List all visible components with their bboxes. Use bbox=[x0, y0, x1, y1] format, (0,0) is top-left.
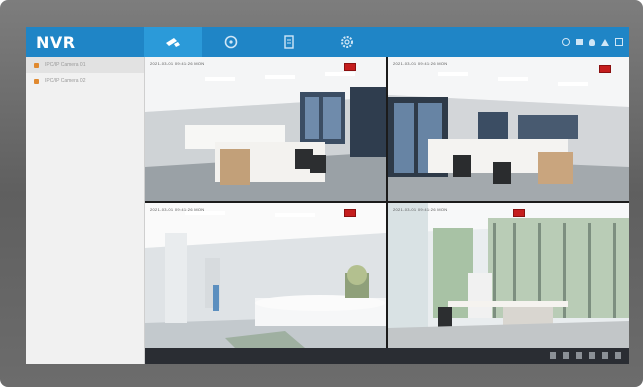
system-tray bbox=[562, 36, 623, 48]
app-logo: NVR bbox=[36, 33, 76, 52]
video-tile[interactable]: 2021-03-01 09:41:26 MON bbox=[388, 203, 629, 348]
recording-icon bbox=[513, 209, 525, 217]
tab-files[interactable] bbox=[260, 27, 318, 57]
screen-icon[interactable] bbox=[576, 39, 583, 45]
video-feed bbox=[145, 57, 386, 201]
next-page-icon[interactable] bbox=[563, 352, 569, 359]
quad-view-icon[interactable] bbox=[589, 352, 595, 359]
playback-icon bbox=[224, 35, 238, 49]
timestamp-overlay: 2021-03-01 09:41:26 MON bbox=[150, 207, 205, 212]
camera-list-item[interactable]: IPC/IP Camera 01 bbox=[26, 57, 144, 73]
video-feed bbox=[145, 203, 386, 348]
tab-playback[interactable] bbox=[202, 27, 260, 57]
fullscreen-icon[interactable] bbox=[602, 352, 608, 359]
alarm-icon[interactable] bbox=[601, 38, 609, 46]
user-icon[interactable] bbox=[589, 38, 595, 46]
tab-settings[interactable] bbox=[318, 27, 376, 57]
top-bar: NVR bbox=[26, 27, 629, 57]
tab-live-view[interactable] bbox=[144, 27, 202, 57]
video-tile[interactable]: 2021-03-01 09:41:26 MON bbox=[388, 57, 629, 201]
single-view-icon[interactable] bbox=[576, 352, 582, 359]
timestamp-overlay: 2021-03-01 09:41:26 MON bbox=[393, 207, 448, 212]
video-grid: 2021-03-01 09:41:26 MON 2021-03-01 09:41… bbox=[145, 57, 629, 348]
exit-icon[interactable] bbox=[615, 38, 623, 46]
recording-icon bbox=[344, 63, 356, 71]
camera-label: IPC/IP Camera 01 bbox=[45, 62, 86, 68]
video-feed bbox=[388, 203, 629, 348]
prev-page-icon[interactable] bbox=[550, 352, 556, 359]
camera-list-item[interactable]: IPC/IP Camera 02 bbox=[26, 73, 144, 89]
camera-list: IPC/IP Camera 01 IPC/IP Camera 02 bbox=[26, 57, 145, 364]
playback-control-bar bbox=[145, 348, 629, 364]
camera-status-icon bbox=[34, 62, 39, 68]
recording-icon bbox=[344, 209, 356, 217]
camera-status-icon bbox=[34, 78, 39, 84]
video-feed bbox=[388, 57, 629, 201]
video-tile[interactable]: 2021-03-01 09:41:26 MON bbox=[145, 203, 386, 348]
camera-icon bbox=[166, 38, 180, 47]
more-icon[interactable] bbox=[615, 352, 621, 359]
nvr-screen: NVR IPC/IP Camera 01 IPC/IP Camera 02 20… bbox=[26, 27, 629, 364]
timestamp-overlay: 2021-03-01 09:41:26 MON bbox=[150, 61, 205, 66]
timestamp-overlay: 2021-03-01 09:41:26 MON bbox=[393, 61, 448, 66]
recording-icon bbox=[599, 65, 611, 73]
file-icon bbox=[284, 35, 294, 49]
settings-icon bbox=[341, 36, 353, 48]
video-tile[interactable]: 2021-03-01 09:41:26 MON bbox=[145, 57, 386, 201]
camera-label: IPC/IP Camera 02 bbox=[45, 78, 86, 84]
info-icon[interactable] bbox=[562, 38, 570, 46]
